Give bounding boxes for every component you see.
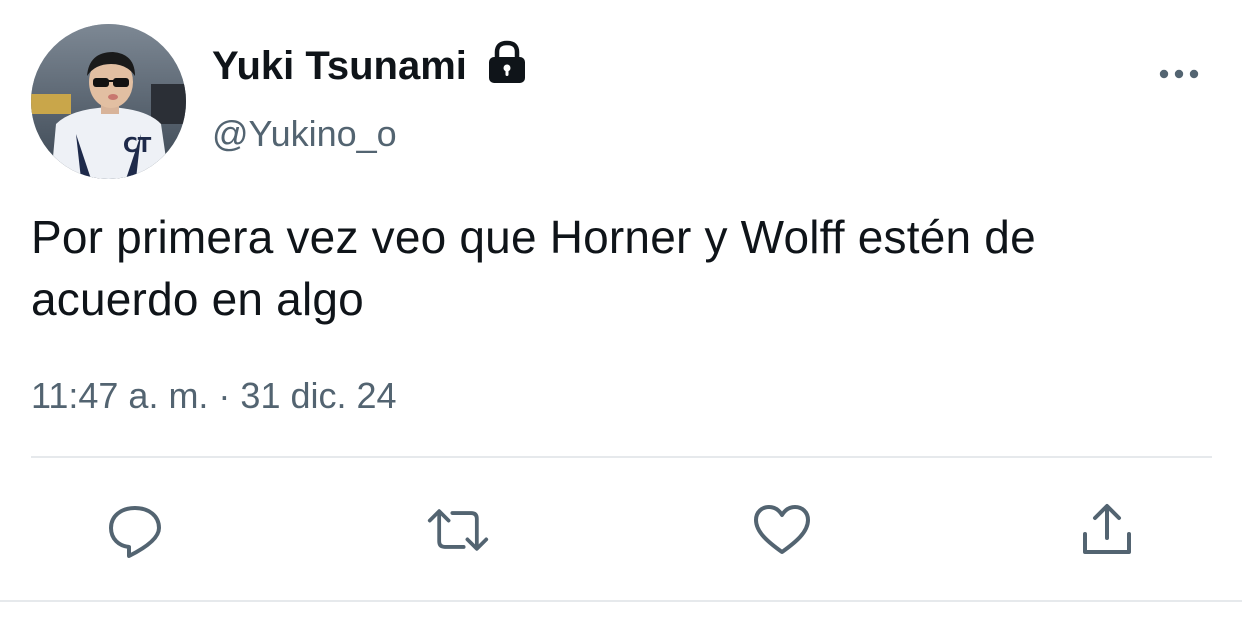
- retweet-button[interactable]: [426, 498, 490, 562]
- svg-text:CT: CT: [123, 133, 152, 157]
- like-button[interactable]: [750, 498, 814, 562]
- tweet-text: Por primera vez veo que Horner y Wolff e…: [31, 211, 1036, 325]
- share-button[interactable]: [1075, 498, 1139, 562]
- reply-icon: [109, 506, 161, 558]
- retweet-icon: [427, 509, 489, 551]
- divider-bottom: [0, 600, 1242, 602]
- divider: [31, 456, 1212, 458]
- share-icon: [1083, 504, 1131, 554]
- lock-icon: [487, 40, 527, 84]
- like-icon: [754, 505, 810, 554]
- display-name-row: Yuki Tsunami: [212, 40, 527, 92]
- handle[interactable]: @Yukino_o: [212, 110, 397, 158]
- more-options-icon[interactable]: [1158, 60, 1200, 88]
- avatar[interactable]: CT: [31, 24, 186, 179]
- display-name[interactable]: Yuki Tsunami: [212, 40, 467, 92]
- tweet-timestamp[interactable]: 11:47 a. m. · 31 dic. 24: [31, 372, 397, 420]
- reply-button[interactable]: [103, 498, 167, 562]
